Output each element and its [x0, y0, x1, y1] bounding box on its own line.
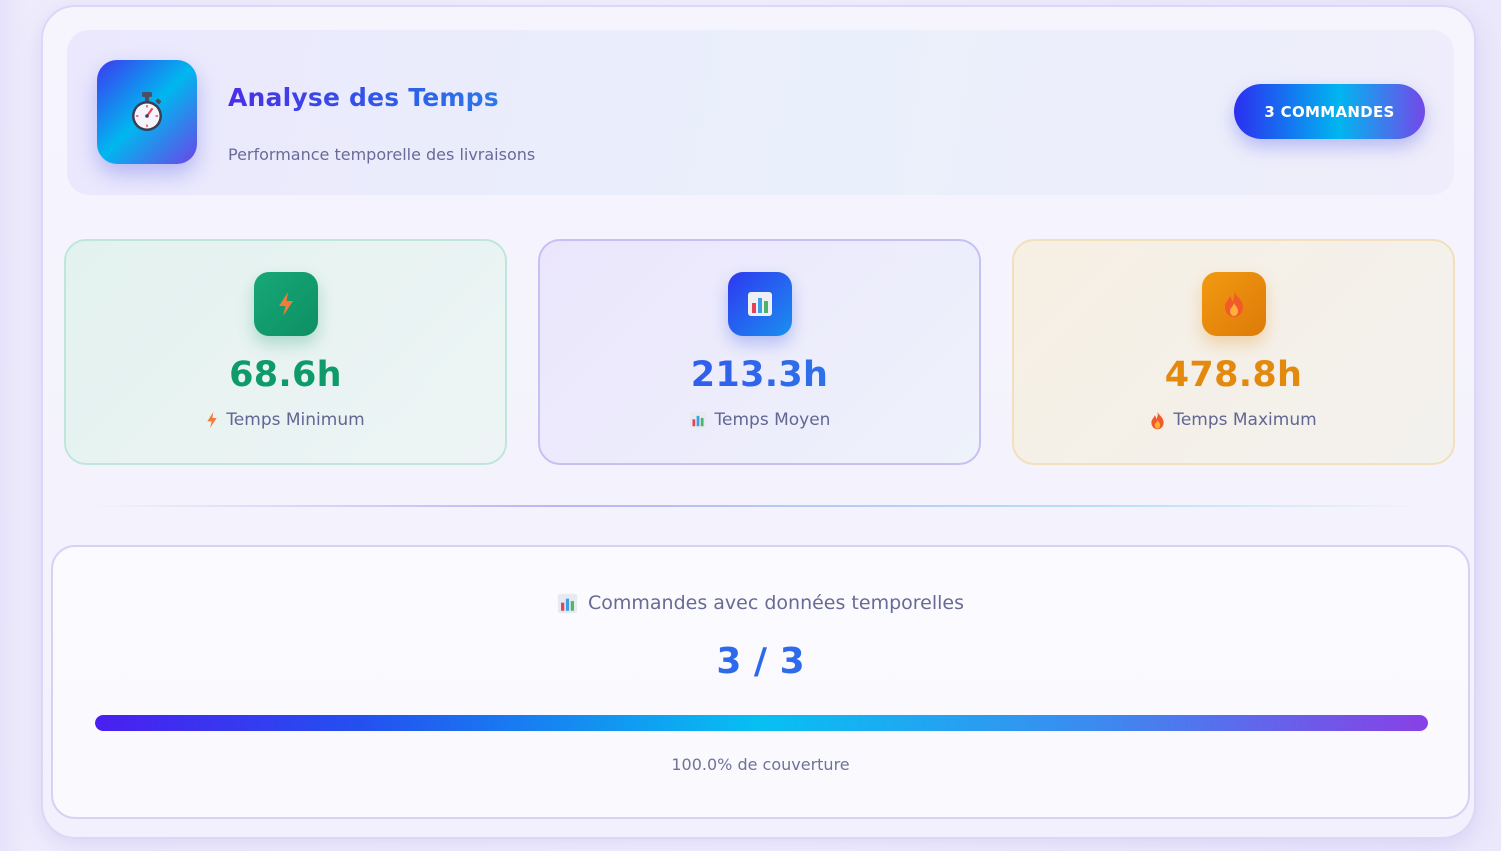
coverage-panel: Commandes avec données temporelles 3 / 3… — [51, 545, 1470, 819]
bar-chart-icon — [689, 411, 707, 429]
bar-chart-icon — [557, 593, 578, 614]
coverage-progress-fill — [95, 715, 1428, 731]
section-divider — [83, 505, 1434, 507]
stat-label-avg: Temps Moyen — [540, 410, 979, 430]
coverage-percent: 100.0% de couverture — [671, 755, 850, 774]
lightning-icon — [206, 411, 218, 429]
fire-icon — [1202, 272, 1266, 336]
fire-icon — [1150, 411, 1165, 430]
stat-label-max: Temps Maximum — [1014, 410, 1453, 430]
card-header: Analyse des Temps Performance temporelle… — [67, 30, 1454, 195]
stat-card-min: 68.6h Temps Minimum — [64, 239, 507, 465]
time-analysis-card: Analyse des Temps Performance temporelle… — [41, 5, 1476, 839]
bar-chart-icon — [728, 272, 792, 336]
coverage-title-text: Commandes avec données temporelles — [588, 592, 964, 614]
stat-value-max: 478.8h — [1164, 355, 1303, 395]
page-subtitle: Performance temporelle des livraisons — [228, 145, 536, 164]
coverage-count: 3 / 3 — [53, 641, 1468, 682]
stat-card-max: 478.8h Temps Maximum — [1012, 239, 1455, 465]
stat-label-min: Temps Minimum — [66, 410, 505, 430]
lightning-icon — [254, 272, 318, 336]
orders-count-badge[interactable]: 3 COMMANDES — [1234, 84, 1425, 139]
page-title: Analyse des Temps — [228, 83, 499, 112]
stat-label-text-min: Temps Minimum — [226, 410, 365, 430]
stopwatch-icon — [97, 60, 197, 164]
stat-label-text-max: Temps Maximum — [1173, 410, 1317, 430]
coverage-progress-bar — [95, 715, 1428, 731]
stat-value-min: 68.6h — [229, 355, 342, 395]
page-background: Analyse des Temps Performance temporelle… — [0, 0, 1501, 851]
stat-label-text-avg: Temps Moyen — [714, 410, 831, 430]
coverage-title: Commandes avec données temporelles — [53, 592, 1468, 614]
stat-card-avg: 213.3h Temps Moyen — [538, 239, 981, 465]
stat-value-avg: 213.3h — [540, 355, 979, 395]
